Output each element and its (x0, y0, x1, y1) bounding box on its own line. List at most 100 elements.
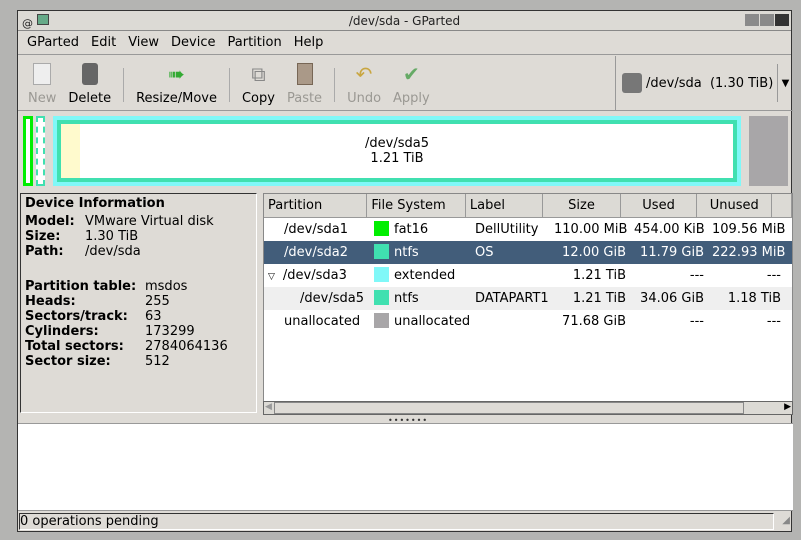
partition-label: DATAPART1 (475, 291, 549, 306)
column-header-label[interactable]: Label (466, 194, 543, 217)
disk-map-sda3-extended[interactable]: /dev/sda5 1.21 TiB (53, 116, 741, 186)
total-sectors-label: Total sectors: (25, 339, 124, 354)
cylinders-value: 173299 (145, 324, 195, 339)
device-selector[interactable]: /dev/sda (1.30 TiB) ▼ (615, 56, 793, 111)
menu-device[interactable]: Device (171, 31, 215, 54)
menu-help[interactable]: Help (294, 31, 324, 54)
dropdown-arrow-icon[interactable]: ▼ (777, 64, 793, 102)
new-button[interactable]: New (28, 62, 56, 110)
new-document-icon (30, 62, 54, 86)
collapse-triangle-icon[interactable]: ▽ (268, 272, 275, 282)
partition-name: /dev/sda3 (282, 268, 347, 283)
close-button[interactable] (775, 14, 789, 26)
partition-unused: 222.93 MiB (712, 245, 785, 260)
partition-name: /dev/sda5 (300, 291, 364, 306)
partition-size: 71.68 GiB (562, 314, 626, 329)
heads-label: Heads: (25, 294, 76, 309)
device-size: (1.30 TiB) (709, 75, 774, 91)
partition-unused: --- (766, 314, 781, 329)
window-title: /dev/sda - GParted (348, 14, 461, 28)
filesystem-color-swatch (374, 313, 389, 328)
table-row[interactable]: /dev/sda2 ntfs OS 12.00 GiB 11.79 GiB 22… (264, 241, 792, 264)
partition-used: 11.79 GiB (640, 245, 704, 260)
filesystem: extended (394, 268, 456, 283)
column-header-file-system[interactable]: File System (367, 194, 466, 217)
size-value: 1.30 TiB (85, 229, 139, 244)
column-header-unused[interactable]: Unused (697, 194, 773, 217)
table-header: Partition File System Label Size Used Un… (264, 194, 792, 218)
column-header-used[interactable]: Used (621, 194, 698, 217)
clipboard-icon (293, 62, 317, 86)
partition-table: Partition File System Label Size Used Un… (263, 193, 793, 403)
table-row[interactable]: /dev/sda1 fat16 DellUtility 110.00 MiB 4… (264, 218, 792, 241)
toolbar-separator (123, 68, 125, 102)
apply-button[interactable]: ✔ Apply (393, 62, 430, 110)
partition-size: 12.00 GiB (562, 245, 626, 260)
maximize-button[interactable] (760, 14, 774, 26)
resize-move-button[interactable]: ➠ Resize/Move (136, 62, 217, 110)
partition-name: /dev/sda2 (284, 245, 348, 260)
sector-size-label: Sector size: (25, 354, 111, 369)
disk-map: /dev/sda5 1.21 TiB (21, 114, 791, 190)
disk-map-sda5[interactable]: /dev/sda5 1.21 TiB (57, 120, 737, 182)
column-header-partition[interactable]: Partition (264, 194, 368, 217)
column-header-clipped[interactable] (772, 194, 792, 217)
filesystem-color-swatch (374, 221, 389, 236)
partition-label (471, 264, 550, 287)
disk-map-partition-name: /dev/sda5 (365, 136, 429, 151)
partition-unused: 109.56 MiB (712, 222, 785, 237)
model-label: Model: (25, 214, 75, 229)
horizontal-scrollbar[interactable]: ◀ ▶ (263, 401, 793, 415)
size-label: Size: (25, 229, 61, 244)
column-header-size[interactable]: Size (543, 194, 622, 217)
menu-bar: GParted Edit View Device Partition Help (18, 31, 791, 55)
partition-name: /dev/sda1 (284, 222, 348, 237)
total-sectors-value: 2784064136 (145, 339, 228, 354)
delete-button[interactable]: Delete (68, 62, 111, 110)
partition-table-value: msdos (145, 279, 188, 294)
toolbar-separator (228, 68, 230, 102)
toolbar: New Delete ➠ Resize/Move ⧉ Copy Paste ↶ Und… (18, 56, 615, 111)
window-resize-grip-icon[interactable]: ◢ (782, 515, 790, 526)
menu-edit[interactable]: Edit (91, 31, 116, 54)
sectors-track-value: 63 (145, 309, 162, 324)
filesystem: fat16 (394, 222, 429, 237)
disk-map-unallocated[interactable] (749, 116, 788, 186)
path-value: /dev/sda (85, 244, 141, 259)
filesystem: ntfs (394, 245, 419, 260)
partition-label (471, 310, 550, 333)
checkmark-icon: ✔ (402, 62, 420, 86)
model-value: VMware Virtual disk (85, 214, 214, 229)
filesystem-color-swatch (374, 290, 389, 305)
menu-partition[interactable]: Partition (228, 31, 282, 54)
menu-view[interactable]: View (128, 31, 159, 54)
partition-size: 110.00 MiB (554, 222, 628, 237)
undo-button[interactable]: ↶ Undo (347, 62, 381, 110)
scroll-right-icon[interactable]: ▶ (784, 402, 791, 412)
disk-map-sda1[interactable] (23, 116, 33, 186)
copy-button[interactable]: ⧉ Copy (242, 62, 275, 110)
partition-label: OS (475, 245, 494, 260)
pending-operations-list (18, 423, 793, 511)
title-bar: @ /dev/sda - GParted (18, 11, 791, 31)
table-row[interactable]: unallocated unallocated 71.68 GiB --- --… (264, 310, 792, 333)
partition-used: 34.06 GiB (640, 291, 704, 306)
app-icon (37, 14, 49, 25)
path-label: Path: (25, 244, 64, 259)
filesystem: unallocated (394, 314, 471, 329)
scroll-left-icon[interactable]: ◀ (265, 402, 272, 412)
cylinders-label: Cylinders: (25, 324, 99, 339)
filesystem: ntfs (394, 291, 419, 306)
partition-name: unallocated (284, 314, 361, 329)
device-info-title: Device Information (25, 196, 165, 211)
table-row[interactable]: /dev/sda5 ntfs DATAPART1 1.21 TiB 34.06 … (264, 287, 792, 310)
device-name: /dev/sda (646, 75, 702, 91)
menu-gparted[interactable]: GParted (27, 31, 79, 54)
paste-button[interactable]: Paste (287, 62, 322, 110)
partition-label: DellUtility (475, 222, 539, 237)
scrollbar-thumb[interactable] (274, 402, 744, 414)
minimize-button[interactable] (745, 14, 759, 26)
table-row[interactable]: ▽ /dev/sda3 extended 1.21 TiB --- --- (264, 264, 792, 287)
disk-map-sda2[interactable] (36, 116, 45, 186)
partition-table-label: Partition table: (25, 279, 137, 294)
